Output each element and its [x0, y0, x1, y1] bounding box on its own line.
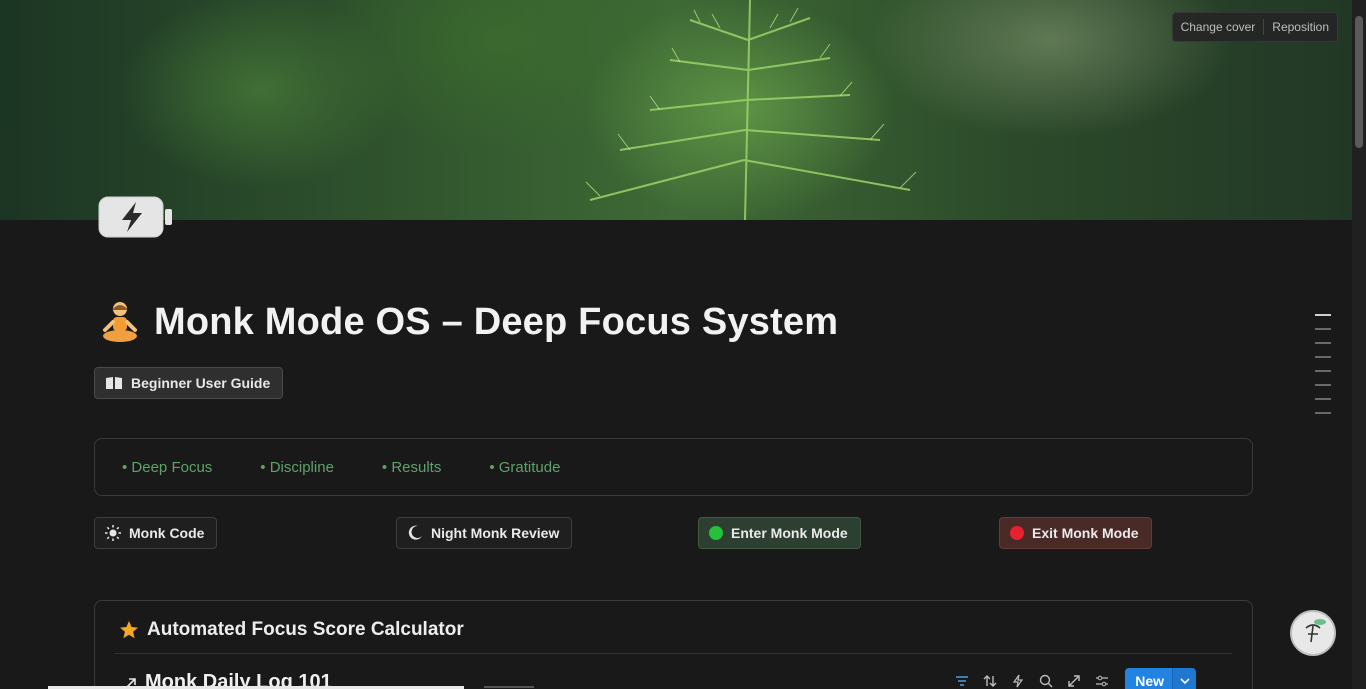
change-cover-button[interactable]: Change cover: [1173, 13, 1264, 41]
lightning-icon[interactable]: [1009, 672, 1027, 689]
monk-code-label: Monk Code: [129, 525, 205, 541]
value-gratitude: • Gratitude: [489, 458, 561, 476]
expand-icon[interactable]: [1065, 672, 1083, 689]
cover-controls: Change cover Reposition: [1171, 12, 1338, 42]
enter-monk-mode-label: Enter Monk Mode: [731, 525, 848, 541]
toc-line[interactable]: [1315, 370, 1331, 372]
star-icon: [120, 621, 138, 639]
night-monk-review-button[interactable]: Night Monk Review: [396, 517, 573, 549]
beginner-guide-label: Beginner User Guide: [131, 375, 271, 391]
open-book-icon: [106, 377, 122, 389]
page-title-row: Monk Mode OS – Deep Focus System: [100, 300, 838, 344]
value-discipline: • Discipline: [260, 458, 334, 476]
help-assistant-icon[interactable]: [1290, 610, 1336, 656]
calculator-title: Automated Focus Score Calculator: [147, 619, 464, 640]
divider: [115, 653, 1232, 654]
sun-icon: [105, 525, 121, 541]
battery-charging-icon[interactable]: [98, 196, 174, 238]
night-monk-review-label: Night Monk Review: [431, 525, 560, 541]
calculator-header: Automated Focus Score Calculator: [119, 619, 464, 641]
database-toolbar: New: [953, 668, 1196, 689]
table-of-contents-rail[interactable]: [1315, 314, 1331, 426]
green-circle-icon: [709, 526, 723, 540]
focus-score-calculator-section: Automated Focus Score Calculator Monk Da…: [94, 600, 1253, 689]
horizontal-scroll-track: [484, 686, 534, 688]
pine-branch-illustration: [585, 0, 917, 220]
exit-monk-mode-label: Exit Monk Mode: [1032, 525, 1139, 541]
toc-line[interactable]: [1315, 314, 1331, 316]
value-deep-focus: • Deep Focus: [122, 458, 213, 476]
toc-line[interactable]: [1315, 384, 1331, 386]
vertical-scrollbar[interactable]: [1352, 0, 1366, 689]
new-entry-button[interactable]: New: [1125, 668, 1196, 689]
toc-line[interactable]: [1315, 356, 1331, 358]
filter-icon[interactable]: [953, 672, 971, 689]
scrollbar-thumb[interactable]: [1355, 16, 1363, 148]
exit-monk-mode-button[interactable]: Exit Monk Mode: [999, 517, 1152, 549]
monk-code-button[interactable]: Monk Code: [94, 517, 218, 549]
moon-icon: [408, 525, 422, 540]
chevron-down-icon[interactable]: [1172, 668, 1196, 689]
core-values-callout: • Deep Focus • Discipline • Results • Gr…: [94, 438, 1253, 496]
toc-line[interactable]: [1315, 398, 1331, 400]
search-icon[interactable]: [1037, 672, 1055, 689]
person-meditating-icon: [103, 302, 137, 342]
sort-icon[interactable]: [981, 672, 999, 689]
page-title: Monk Mode OS – Deep Focus System: [154, 300, 839, 343]
toc-line[interactable]: [1315, 412, 1331, 414]
cover-image: Change cover Reposition: [0, 0, 1352, 220]
reposition-button[interactable]: Reposition: [1264, 13, 1337, 41]
new-button-label[interactable]: New: [1125, 668, 1172, 689]
beginner-guide-button[interactable]: Beginner User Guide: [94, 367, 284, 399]
toc-line[interactable]: [1315, 328, 1331, 330]
value-results: • Results: [381, 458, 442, 476]
settings-icon[interactable]: [1093, 672, 1111, 689]
enter-monk-mode-button[interactable]: Enter Monk Mode: [698, 517, 861, 549]
red-circle-icon: [1010, 526, 1024, 540]
toc-line[interactable]: [1315, 342, 1331, 344]
